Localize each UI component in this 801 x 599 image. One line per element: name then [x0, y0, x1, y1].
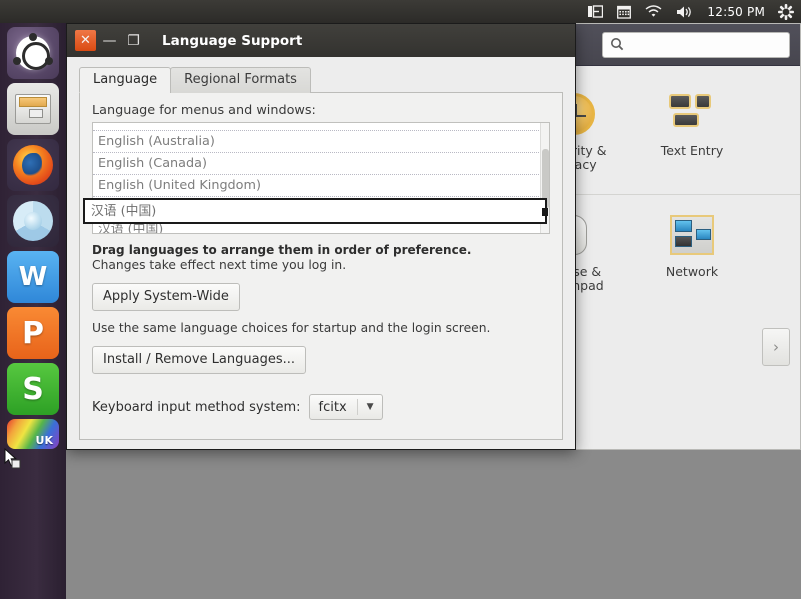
category-label-text-entry: Text Entry: [660, 143, 724, 158]
search-icon: [610, 36, 624, 55]
tab-bar: Language Regional Formats: [79, 67, 563, 93]
unity-launcher: W P S UK: [0, 23, 66, 599]
launcher-item-wps-presentation[interactable]: P: [7, 307, 59, 359]
chromium-icon: [13, 201, 53, 241]
wps-spreadsheet-icon: S: [22, 371, 44, 407]
launcher-item-wps-spreadsheet[interactable]: S: [7, 363, 59, 415]
launcher-item-flag-uk[interactable]: UK: [7, 419, 59, 449]
launcher-item-chromium[interactable]: [7, 195, 59, 247]
category-label-network: Network: [665, 264, 719, 279]
launcher-item-ubuntu-dash[interactable]: [7, 27, 59, 79]
input-method-label: Keyboard input method system:: [92, 399, 301, 415]
list-item[interactable]: English (Canada): [93, 153, 549, 175]
list-item-clipped[interactable]: [93, 123, 549, 131]
input-method-select[interactable]: fcitx ▼: [308, 394, 383, 420]
dialog-titlebar[interactable]: ✕ — ❐ Language Support: [67, 24, 575, 57]
calendar-icon[interactable]: [610, 0, 638, 23]
language-support-dialog[interactable]: ✕ — ❐ Language Support Language Regional…: [66, 23, 576, 450]
drag-ghost-language-item[interactable]: 汉语 (中国): [83, 198, 548, 224]
list-item[interactable]: English (Australia): [93, 131, 549, 153]
firefox-icon: [13, 145, 53, 185]
search-input[interactable]: [602, 32, 790, 58]
wps-writer-icon: W: [18, 262, 48, 292]
minimize-icon: —: [102, 32, 117, 49]
top-panel: 12:50 PM: [0, 0, 801, 23]
ubuntu-logo-icon: [13, 33, 53, 70]
clock[interactable]: 12:50 PM: [701, 0, 771, 23]
next-page-button[interactable]: ›: [762, 328, 790, 366]
close-icon: ✕: [80, 33, 91, 48]
tab-regional-formats[interactable]: Regional Formats: [170, 67, 311, 93]
tab-language[interactable]: Language: [79, 67, 172, 93]
flag-uk-icon: UK: [35, 434, 53, 447]
file-cabinet-icon: [15, 94, 51, 124]
launcher-item-firefox[interactable]: [7, 139, 59, 191]
category-network[interactable]: Network: [633, 205, 751, 309]
login-hint: Changes take effect next time you log in…: [92, 258, 347, 272]
launcher-item-files[interactable]: [7, 83, 59, 135]
close-button[interactable]: ✕: [75, 30, 96, 51]
keyboard-keys-icon: [668, 90, 716, 138]
input-method-row: Keyboard input method system: fcitx ▼: [92, 394, 550, 420]
category-text-entry[interactable]: Text Entry: [633, 84, 751, 188]
screen: Security & Privacy Text Entry Mouse &: [0, 0, 801, 599]
drag-hint: Drag languages to arrange them in order …: [92, 243, 472, 257]
gear-icon[interactable]: [771, 0, 801, 23]
dialog-body: Language Regional Formats Language for m…: [67, 57, 575, 449]
volume-icon[interactable]: [669, 0, 701, 23]
dialog-title: Language Support: [162, 32, 303, 49]
list-item[interactable]: English (United Kingdom): [93, 175, 549, 197]
apply-note: Use the same language choices for startu…: [92, 321, 491, 335]
install-remove-languages-button[interactable]: Install / Remove Languages...: [92, 346, 306, 374]
maximize-icon: ❐: [127, 32, 140, 49]
language-tab-panel: Language for menus and windows: English …: [79, 92, 563, 440]
input-source-icon[interactable]: [581, 0, 610, 23]
wps-presentation-icon: P: [22, 315, 44, 351]
network-monitors-icon: [668, 211, 716, 259]
chevron-down-icon: ▼: [356, 399, 374, 415]
language-list-label: Language for menus and windows:: [92, 103, 316, 118]
minimize-button[interactable]: —: [99, 30, 120, 51]
wifi-icon[interactable]: [638, 0, 669, 23]
mouse-cursor-drag-icon: [4, 447, 22, 470]
input-method-value: fcitx: [318, 399, 347, 415]
apply-system-wide-button[interactable]: Apply System-Wide: [92, 283, 240, 311]
maximize-button[interactable]: ❐: [123, 30, 144, 51]
launcher-item-wps-writer[interactable]: W: [7, 251, 59, 303]
